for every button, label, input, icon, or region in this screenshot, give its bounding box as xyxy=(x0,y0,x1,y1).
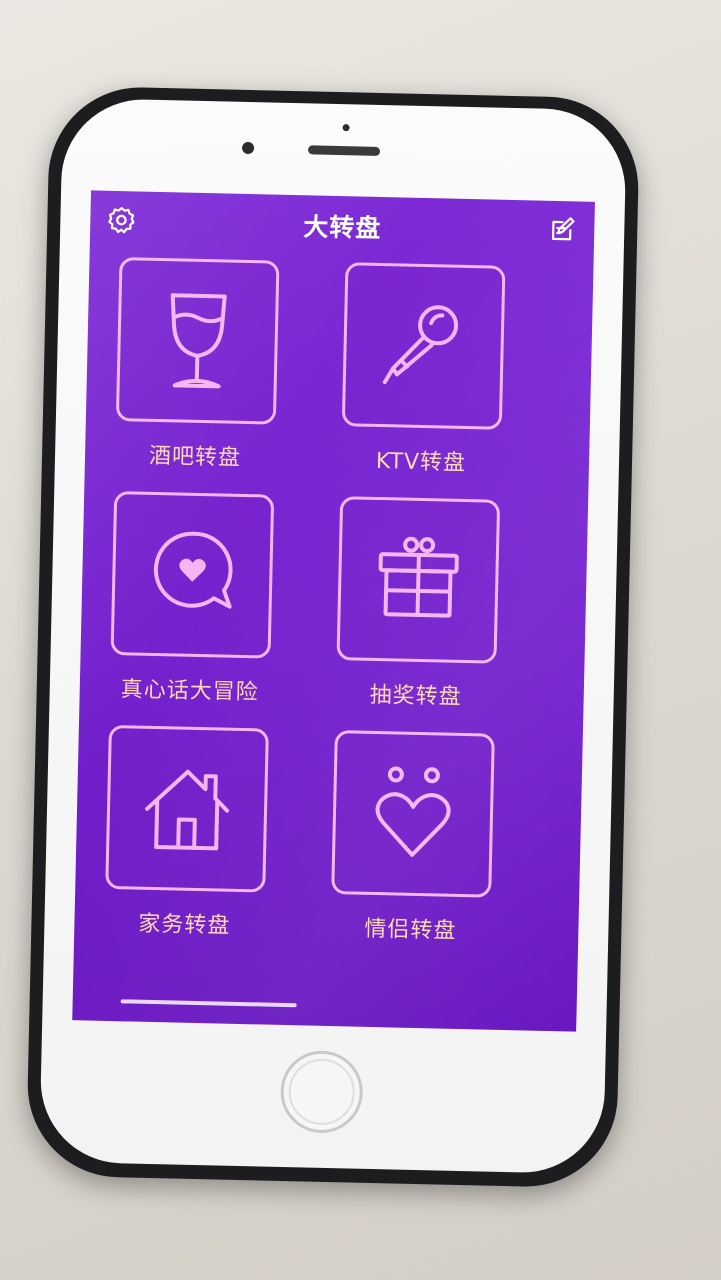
tile-couple-wheel[interactable]: 情侣转盘 xyxy=(326,730,499,946)
couple-heart-icon xyxy=(375,766,451,857)
edit-icon xyxy=(551,217,575,241)
tile-label: KTV转盘 xyxy=(375,448,467,476)
earpiece-speaker xyxy=(307,145,381,156)
tile-icon-box xyxy=(331,730,495,898)
wheel-grid: 酒吧转盘 KTV转盘 真心话大冒险 抽奖转盘 家务转盘 情侣转盘 xyxy=(90,256,594,944)
proximity-sensor xyxy=(342,124,350,132)
microphone-icon xyxy=(382,305,459,385)
top-bar: 大转盘 xyxy=(90,190,595,257)
tile-ktv-wheel[interactable]: KTV转盘 xyxy=(337,262,510,478)
heart-chat-bubble-icon xyxy=(153,531,233,609)
front-camera xyxy=(241,141,255,155)
tile-icon-box xyxy=(115,257,280,425)
tab-indicator xyxy=(120,999,297,1008)
tile-truth-or-dare[interactable]: 真心话大冒险 xyxy=(105,490,278,707)
edit-button[interactable] xyxy=(548,215,579,246)
tile-bar-wheel[interactable]: 酒吧转盘 xyxy=(111,257,284,473)
tile-icon-box xyxy=(336,496,501,664)
phone-body: 大转盘 酒吧转盘 KTV转盘 真心话大冒险 抽奖转盘 家务转盘 情侣转盘 xyxy=(25,85,641,1189)
tile-icon-box xyxy=(341,262,506,430)
tile-label: 真心话大冒险 xyxy=(120,677,259,706)
house-icon xyxy=(145,769,230,851)
tile-lottery-wheel[interactable]: 抽奖转盘 xyxy=(331,496,504,712)
wine-glass-icon xyxy=(170,293,227,389)
tile-icon-box xyxy=(105,724,269,893)
tile-label: 情侣转盘 xyxy=(364,916,457,944)
tile-chores-wheel[interactable]: 家务转盘 xyxy=(100,724,273,941)
home-button[interactable] xyxy=(279,1049,364,1134)
tile-label: 酒吧转盘 xyxy=(148,443,242,471)
phone-front-panel: 大转盘 酒吧转盘 KTV转盘 真心话大冒险 抽奖转盘 家务转盘 情侣转盘 xyxy=(39,97,628,1175)
tile-label: 家务转盘 xyxy=(138,911,231,939)
gift-icon xyxy=(378,536,459,618)
page-title: 大转盘 xyxy=(302,212,382,243)
app-screen: 大转盘 酒吧转盘 KTV转盘 真心话大冒险 抽奖转盘 家务转盘 情侣转盘 xyxy=(72,190,595,1032)
tile-icon-box xyxy=(110,490,275,659)
tile-label: 抽奖转盘 xyxy=(369,682,462,710)
